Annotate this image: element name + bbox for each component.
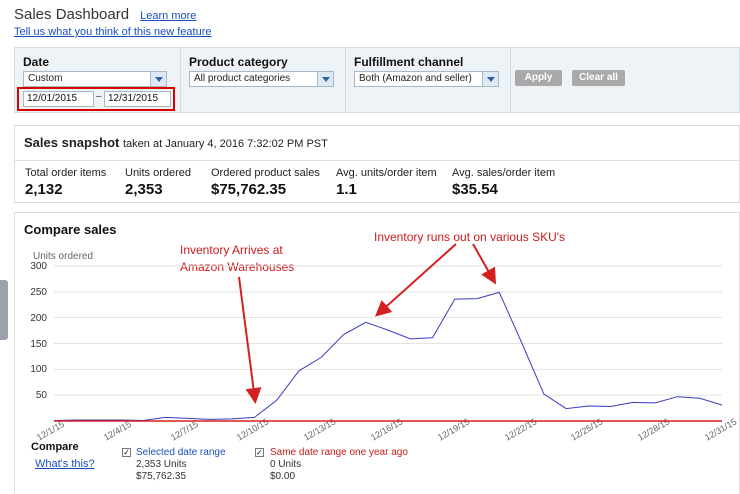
category-label: Product category <box>189 55 288 69</box>
divider <box>15 160 739 161</box>
clear-all-button[interactable]: Clear all <box>572 70 625 86</box>
x-tick-label: 12/7/15 <box>168 418 200 443</box>
metric-value: 1.1 <box>336 181 357 198</box>
chevron-down-icon[interactable] <box>482 72 498 86</box>
x-tick-label: 12/22/15 <box>502 416 538 443</box>
chevron-down-icon[interactable] <box>317 72 333 86</box>
category-value: All product categories <box>194 73 291 84</box>
annotation-line: Inventory Arrives at <box>180 243 283 257</box>
category-filter: Product category All product categories <box>181 48 346 112</box>
feedback-link[interactable]: Tell us what you think of this new featu… <box>14 26 212 38</box>
legend-selected-units: 2,353 Units <box>136 459 187 470</box>
fulfillment-select[interactable]: Both (Amazon and seller) <box>354 71 499 87</box>
y-tick-label: 250 <box>30 286 47 298</box>
end-date-input[interactable]: 12/31/2015 <box>104 91 171 107</box>
y-tick-label: 100 <box>30 364 47 376</box>
metric-label: Avg. sales/order item <box>452 167 556 179</box>
x-tick-label: 12/1/15 <box>35 418 67 443</box>
date-range-value: Custom <box>28 73 63 84</box>
whats-this-link[interactable]: What's this? <box>35 458 95 470</box>
apply-button[interactable]: Apply <box>515 70 562 86</box>
snapshot-timestamp: taken at January 4, 2016 7:32:02 PM PST <box>123 138 328 150</box>
compare-title: Compare sales <box>24 222 117 237</box>
metric-avg-sales: Avg. sales/order item $35.54 <box>452 167 555 198</box>
filter-bar: Date Custom 12/01/2015 – 12/31/2015 Prod… <box>14 47 740 113</box>
date-label: Date <box>23 55 50 69</box>
learn-more-link[interactable]: Learn more <box>140 10 196 22</box>
legend-selected: Selected date range 2,353 Units $75,762.… <box>136 447 226 483</box>
date-separator: – <box>96 91 102 102</box>
metric-value: 2,353 <box>125 181 163 198</box>
fulfillment-label: Fulfillment channel <box>354 55 464 69</box>
metric-value: 2,132 <box>25 181 63 198</box>
sales-snapshot-panel: Sales snapshot taken at January 4, 2016 … <box>14 125 740 203</box>
x-tick-label: 12/16/15 <box>369 416 405 443</box>
y-tick-label: 150 <box>30 338 47 350</box>
legend-selected-sales: $75,762.35 <box>136 471 187 482</box>
legend-selected-name: Selected date range <box>136 447 226 458</box>
metric-label: Avg. units/order item <box>336 167 437 179</box>
metric-units-ordered: Units ordered 2,353 <box>125 167 191 198</box>
y-tick-label: 300 <box>30 261 47 272</box>
x-tick-label: 12/19/15 <box>435 416 472 443</box>
x-tick-label: 12/31/15 <box>703 416 739 443</box>
page-title: Sales Dashboard <box>14 6 130 23</box>
y-tick-label: 50 <box>35 390 47 402</box>
x-tick-label: 12/25/15 <box>569 416 605 443</box>
compare-label: Compare <box>31 441 79 453</box>
legend-last-year-sales: $0.00 <box>270 471 296 482</box>
chevron-down-icon[interactable] <box>150 72 166 86</box>
legend-last-year-name: Same date range one year ago <box>270 447 408 458</box>
legend-last-year-units: 0 Units <box>270 459 302 470</box>
metric-total-order-items: Total order items 2,132 <box>25 167 106 198</box>
x-tick-label: 12/13/15 <box>302 416 338 443</box>
snapshot-title: Sales snapshot taken at January 4, 2016 … <box>24 135 328 150</box>
metric-ordered-product-sales: Ordered product sales $75,762.35 <box>211 167 320 198</box>
metric-label: Ordered product sales <box>211 167 320 179</box>
fulfillment-filter: Fulfillment channel Both (Amazon and sel… <box>346 48 511 112</box>
metric-value: $75,762.35 <box>211 181 287 198</box>
fulfillment-value: Both (Amazon and seller) <box>359 73 472 84</box>
legend-last-year: Same date range one year ago 0 Units $0.… <box>270 447 408 483</box>
x-tick-label: 12/10/15 <box>235 416 271 443</box>
category-select[interactable]: All product categories <box>189 71 334 87</box>
metric-label: Units ordered <box>125 167 192 179</box>
feedback-side-tab[interactable] <box>0 280 8 340</box>
last-year-checkbox[interactable]: ✓ <box>255 448 264 457</box>
snapshot-heading: Sales snapshot <box>24 135 120 150</box>
annotation-inventory-arrives: Inventory Arrives at Amazon Warehouses <box>180 242 294 276</box>
x-tick-label: 12/28/15 <box>636 416 672 443</box>
y-tick-label: 200 <box>30 312 47 324</box>
metric-label: Total order items <box>25 167 107 179</box>
selected-range-checkbox[interactable]: ✓ <box>122 448 131 457</box>
custom-date-range-highlight: 12/01/2015 – 12/31/2015 <box>17 87 175 111</box>
date-filter: Date Custom 12/01/2015 – 12/31/2015 <box>15 48 181 112</box>
x-tick-label: 12/4/15 <box>101 418 133 443</box>
annotation-line: Amazon Warehouses <box>180 260 295 274</box>
compare-sales-panel: Compare sales Units ordered 50 100 150 200 2… <box>14 212 740 494</box>
date-range-select[interactable]: Custom <box>23 71 167 87</box>
page-header: Sales Dashboard Learn more Tell us what … <box>14 6 212 38</box>
start-date-input[interactable]: 12/01/2015 <box>23 91 94 107</box>
metric-avg-units: Avg. units/order item 1.1 <box>336 167 437 198</box>
annotation-inventory-runs-out: Inventory runs out on various SKU's <box>374 230 566 244</box>
metric-value: $35.54 <box>452 181 498 198</box>
